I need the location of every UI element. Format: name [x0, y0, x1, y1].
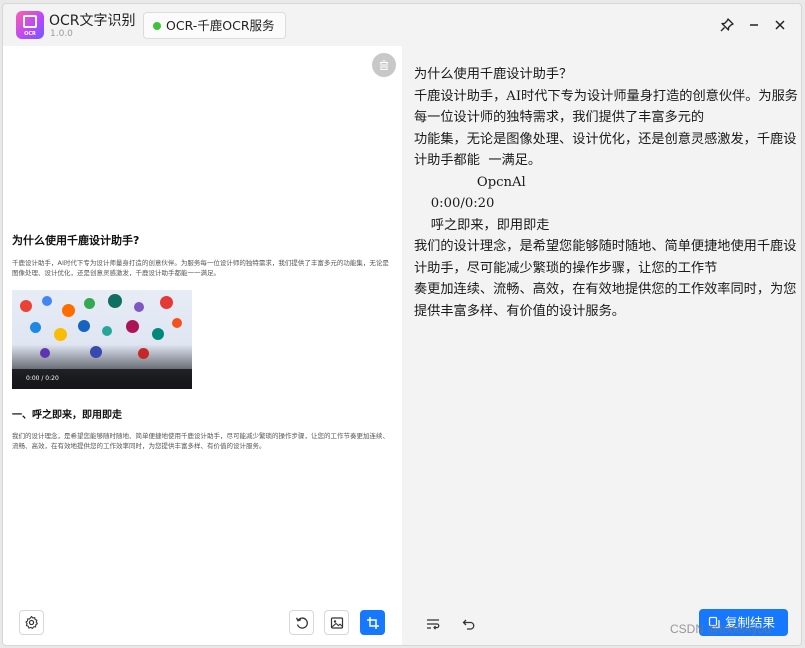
image-icon [330, 616, 343, 629]
preview-video-thumbnail: 0:00 / 0:20 [12, 290, 192, 389]
app-title: OCR文字识别 [49, 13, 136, 29]
text-wrap-icon[interactable] [421, 612, 445, 636]
trash-icon[interactable] [372, 53, 396, 77]
pin-icon[interactable] [718, 16, 736, 34]
crop-button[interactable] [360, 610, 385, 635]
preview-heading: 为什么使用千鹿设计助手? [12, 234, 140, 247]
service-status-dot [153, 22, 161, 30]
rotate-icon [295, 616, 308, 629]
minimize-icon[interactable] [745, 16, 763, 34]
app-version: 1.0.0 [50, 29, 73, 39]
ocr-result-text[interactable]: 为什么使用千鹿设计助手？ 千鹿设计助手，AI时代下专为设计师量身打造的创意伙伴。… [414, 64, 798, 322]
image-preview-pane: 为什么使用千鹿设计助手? 千鹿设计助手，AI时代下专为设计师量身打造的创意伙伴。… [3, 46, 402, 645]
settings-gear-icon [25, 615, 38, 629]
settings-button[interactable] [19, 610, 44, 635]
crop-icon [366, 616, 379, 629]
close-icon[interactable] [771, 16, 789, 34]
ocr-service-selector[interactable]: OCR-千鹿OCR服务 [143, 12, 286, 39]
preview-document: 为什么使用千鹿设计助手? 千鹿设计助手，AI时代下专为设计师量身打造的创意伙伴。… [12, 232, 390, 278]
app-logo-icon: OCR [16, 11, 44, 39]
video-time: 0:00 / 0:20 [26, 375, 59, 382]
app-window: OCR OCR文字识别 1.0.0 OCR-千鹿OCR服务 为什么使用千鹿设计助… [2, 3, 802, 646]
rotate-button[interactable] [289, 610, 314, 635]
video-controls: 0:00 / 0:20 [12, 369, 192, 389]
preview-section-paragraph: 我们的设计理念，是希望您能够随时随地、简单便捷地使用千鹿设计助手，尽可能减少繁琐… [12, 432, 389, 450]
service-name: OCR-千鹿OCR服务 [166, 18, 275, 33]
undo-icon[interactable] [457, 612, 481, 636]
image-button[interactable] [324, 610, 349, 635]
ocr-result-pane: 为什么使用千鹿设计助手？ 千鹿设计助手，AI时代下专为设计师量身打造的创意伙伴。… [404, 46, 801, 645]
app-logo-label: OCR [24, 31, 36, 37]
preview-section-heading: 一、呼之即来，即用即走 [12, 410, 122, 421]
preview-section: 一、呼之即来，即用即走 我们的设计理念，是希望您能够随时随地、简单便捷地使用千鹿… [12, 406, 390, 451]
watermark: CSDN @tools4you [670, 622, 771, 636]
preview-paragraph: 千鹿设计助手，AI时代下专为设计师量身打造的创意伙伴。为服务每一位设计师的独特需… [12, 259, 389, 277]
title-bar: OCR OCR文字识别 1.0.0 OCR-千鹿OCR服务 [3, 4, 801, 46]
